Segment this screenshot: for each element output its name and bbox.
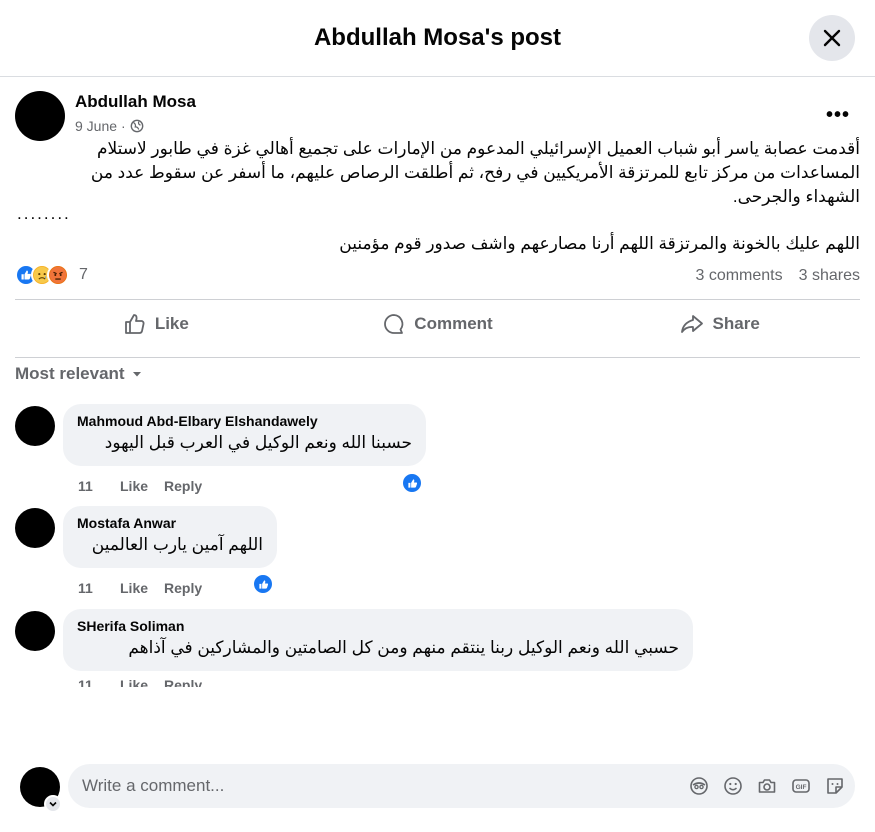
comment-time[interactable]: 11 w bbox=[78, 580, 104, 596]
chevron-down-icon bbox=[49, 801, 57, 807]
commenter-name[interactable]: Mostafa Anwar bbox=[77, 515, 263, 531]
comment-bubble: SHerifa Soliman حسبي الله ونعم الوكيل رب… bbox=[63, 609, 693, 671]
comment-text: حسبنا الله ونعم الوكيل في العرب قبل اليه… bbox=[104, 433, 412, 452]
comment-reply-button[interactable]: Reply bbox=[164, 580, 202, 596]
comment-bubble: Mostafa Anwar اللهم آمين يارب العالمين bbox=[63, 506, 277, 568]
gif-icon: GIF bbox=[792, 779, 810, 793]
post-text-line: الشهداء والجرحى. bbox=[732, 187, 860, 206]
svg-text:GIF: GIF bbox=[796, 784, 807, 791]
divider bbox=[15, 357, 860, 358]
comment-text: اللهم آمين يارب العالمين bbox=[91, 535, 263, 554]
post-text: أقدمت عصابة ياسر أبو شباب العميل الإسرائ… bbox=[15, 137, 860, 209]
like-label: Like bbox=[154, 314, 189, 333]
comment-time[interactable]: 11 w bbox=[78, 478, 104, 494]
comment-like-button[interactable]: Like bbox=[120, 478, 148, 494]
post-meta: 9 June · bbox=[75, 118, 144, 134]
comment-reply-button[interactable]: Reply bbox=[164, 677, 202, 687]
profile-switcher-button[interactable] bbox=[44, 795, 62, 813]
emoji-button[interactable] bbox=[723, 775, 743, 797]
dialog-title: Abdullah Mosa's post bbox=[313, 24, 562, 51]
sort-label: Most relevant bbox=[15, 364, 125, 383]
comment-icon bbox=[384, 314, 404, 334]
comment-text: حسبي الله ونعم الوكيل ربنا ينتقم منهم وم… bbox=[128, 638, 679, 657]
avatar-sticker-icon bbox=[690, 777, 708, 795]
commenter-name[interactable]: SHerifa Soliman bbox=[77, 618, 679, 634]
angry-reaction-icon bbox=[47, 264, 69, 286]
divider bbox=[15, 299, 860, 300]
post-author-name[interactable]: Abdullah Mosa bbox=[75, 92, 196, 112]
comment-sort-dropdown[interactable]: Most relevant bbox=[15, 364, 143, 384]
post-stats: 3 comments 3 shares bbox=[695, 267, 860, 285]
commenter-avatar[interactable] bbox=[15, 611, 55, 651]
comment-actions: 11 w Like Reply bbox=[78, 580, 202, 596]
reactions-summary[interactable]: 7 bbox=[15, 264, 88, 286]
post-more-options-button[interactable]: ••• bbox=[826, 104, 850, 127]
comment-like-button[interactable]: Like bbox=[120, 580, 148, 596]
camera-icon bbox=[758, 779, 776, 793]
comment-bubble: Mahmoud Abd-Elbary Elshandawely حسبنا ال… bbox=[63, 404, 426, 466]
share-label: Share bbox=[712, 314, 760, 333]
comments-count[interactable]: 3 comments bbox=[695, 267, 782, 285]
post-actions-bar: Like Comment Share bbox=[15, 302, 860, 346]
reaction-count[interactable]: 7 bbox=[79, 266, 88, 284]
commenter-avatar[interactable] bbox=[15, 508, 55, 548]
composer-icons: GIF bbox=[689, 775, 845, 797]
photo-button[interactable] bbox=[757, 775, 777, 797]
shares-count[interactable]: 3 shares bbox=[799, 267, 860, 285]
comment-label: Comment bbox=[414, 314, 493, 333]
post-text-secondary: اللهم عليك بالخونة والمرتزقة اللهم أرنا … bbox=[339, 234, 860, 253]
comment-like-badge[interactable] bbox=[252, 573, 274, 595]
globe-icon bbox=[130, 119, 144, 133]
close-icon bbox=[823, 29, 841, 47]
post-dots: ........ bbox=[17, 204, 71, 223]
comment-reply-button[interactable]: Reply bbox=[164, 478, 202, 494]
sticker-icon bbox=[827, 778, 843, 794]
post-text-line: أقدمت عصابة ياسر أبو شباب العميل الإسرائ… bbox=[96, 139, 860, 158]
post-text-line: المساعدات من مركز تابع للمرتزقة الأمريكي… bbox=[90, 163, 860, 182]
comment-actions: 11 Like Reply bbox=[78, 677, 202, 687]
comment-time[interactable]: 11 bbox=[78, 677, 104, 687]
commenter-avatar[interactable] bbox=[15, 406, 55, 446]
commenter-name[interactable]: Mahmoud Abd-Elbary Elshandawely bbox=[77, 413, 412, 429]
sticker-button[interactable] bbox=[825, 775, 845, 797]
comment-actions: 11 w Like Reply bbox=[78, 478, 202, 494]
comment-like-button[interactable]: Like bbox=[120, 677, 148, 687]
comment-button[interactable]: Comment bbox=[297, 302, 579, 346]
share-button[interactable]: Share bbox=[578, 302, 860, 346]
share-icon bbox=[680, 315, 703, 333]
meta-separator: · bbox=[121, 118, 126, 134]
like-icon bbox=[407, 478, 417, 488]
avatar-sticker-button[interactable] bbox=[689, 775, 709, 797]
emoji-icon bbox=[724, 777, 742, 795]
like-button[interactable]: Like bbox=[15, 302, 297, 346]
post-date[interactable]: 9 June bbox=[75, 118, 117, 134]
gif-button[interactable]: GIF bbox=[791, 775, 811, 797]
dialog-header: Abdullah Mosa's post bbox=[0, 0, 875, 77]
close-button[interactable] bbox=[809, 15, 855, 61]
post-author-avatar[interactable] bbox=[15, 91, 65, 141]
caret-down-icon bbox=[132, 372, 141, 377]
like-icon bbox=[124, 314, 145, 334]
comment-like-badge[interactable] bbox=[401, 472, 423, 494]
like-icon bbox=[258, 579, 268, 589]
